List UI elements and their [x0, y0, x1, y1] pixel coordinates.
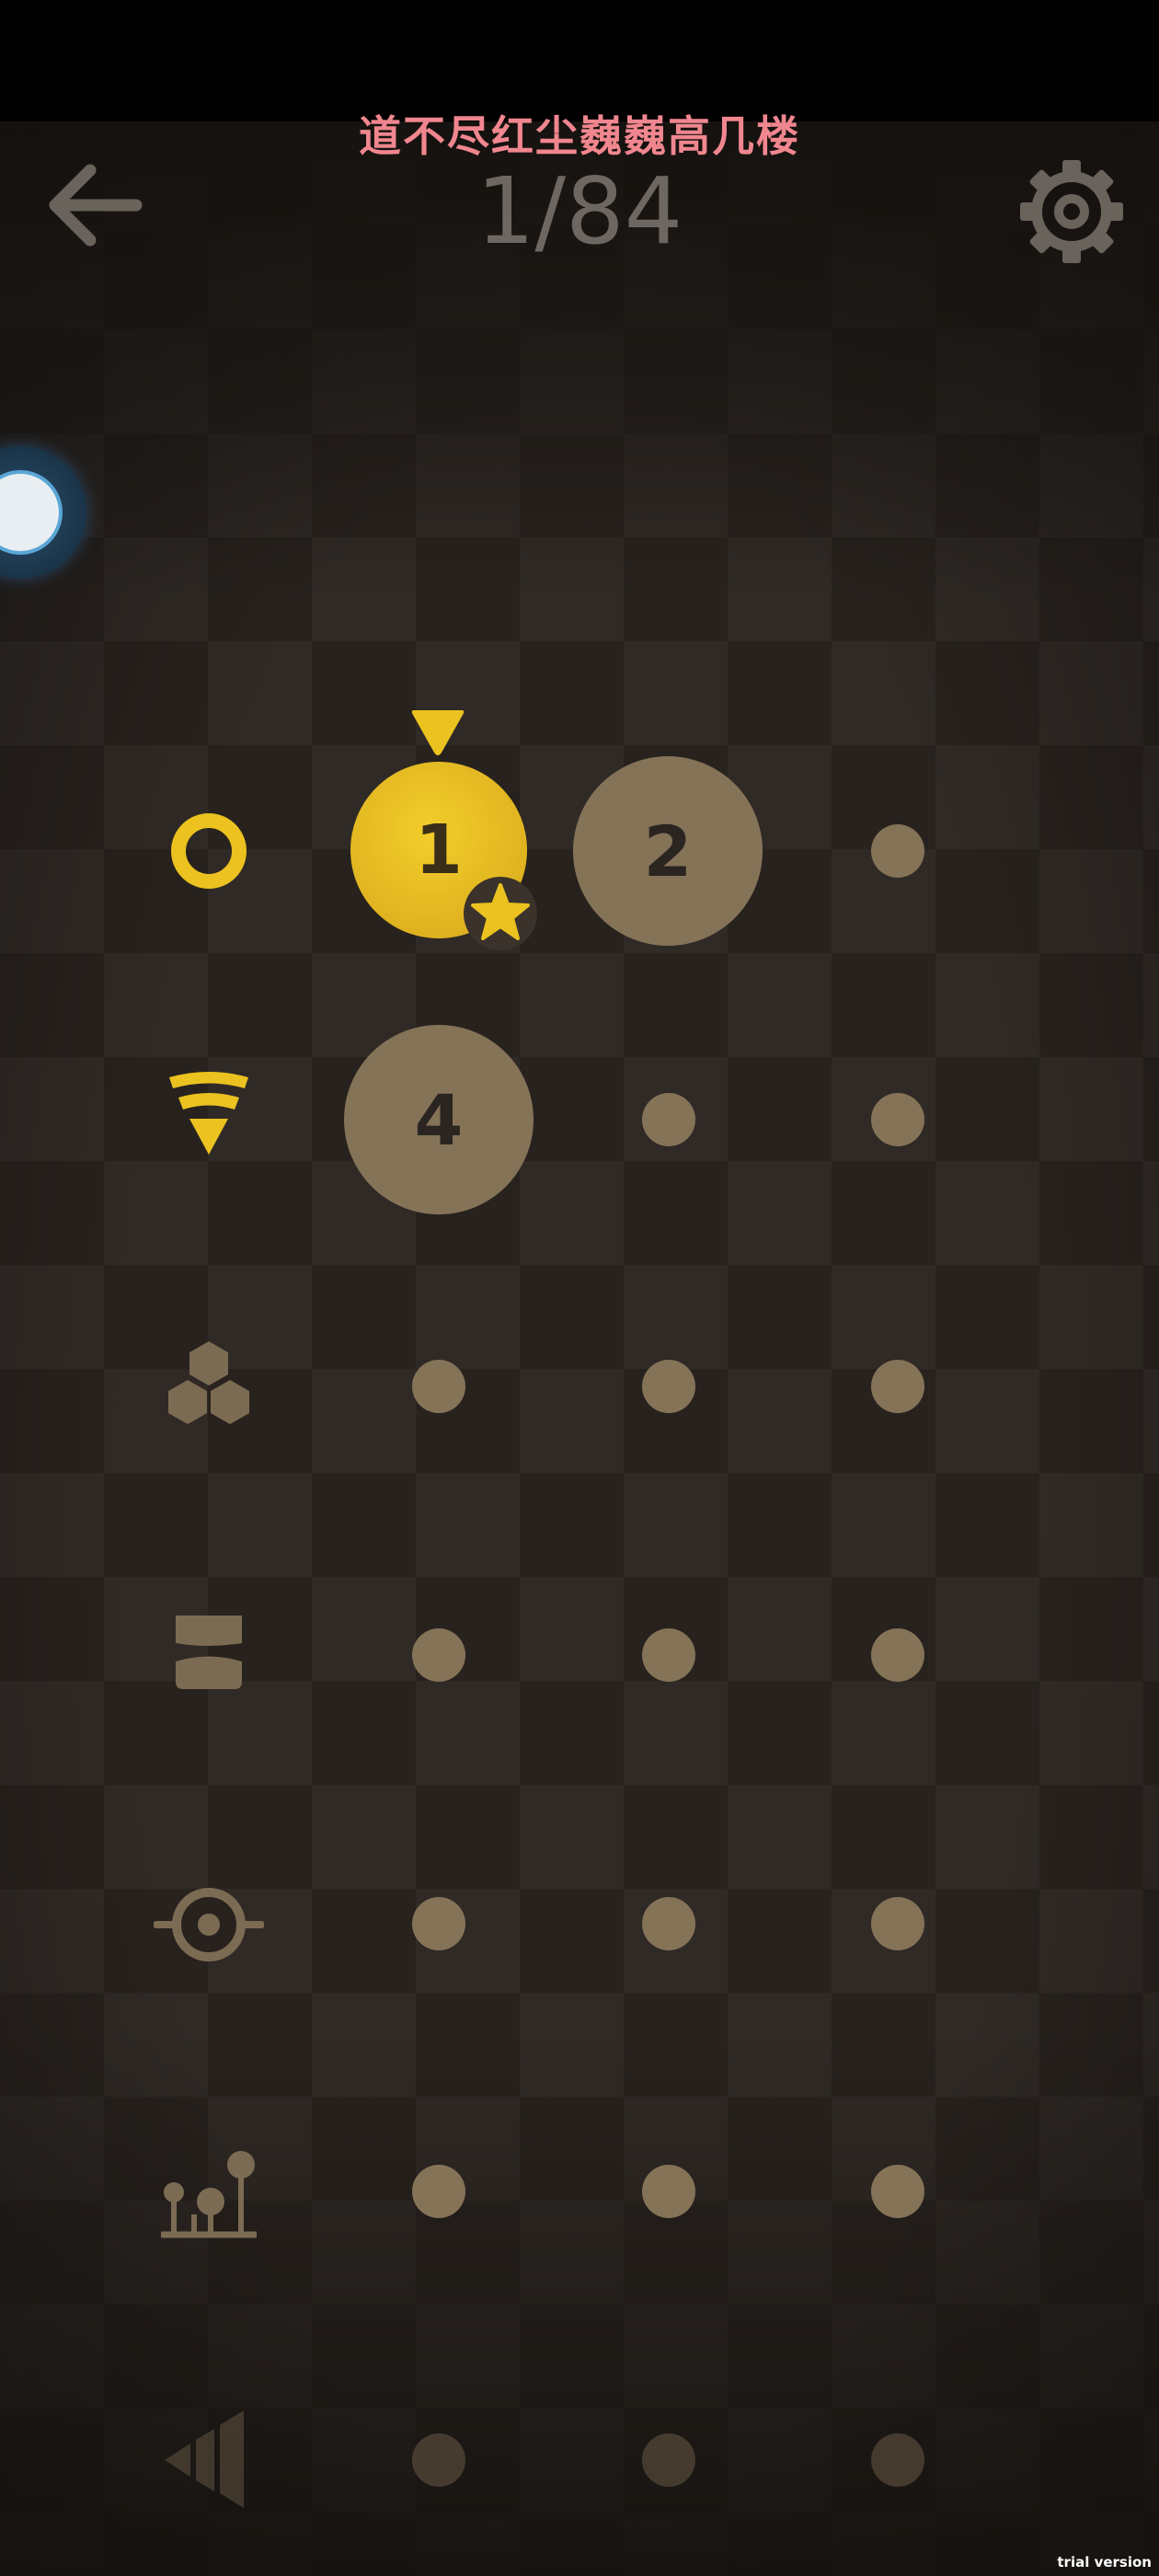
level-node-locked[interactable] [642, 1897, 695, 1950]
level-node-locked[interactable] [871, 1897, 924, 1950]
level-node-locked[interactable] [642, 1628, 695, 1682]
settings-button[interactable] [1012, 152, 1131, 271]
watermark: trial version [1057, 2554, 1152, 2570]
category-ring-icon [154, 796, 264, 906]
level-node-locked[interactable] [871, 1093, 924, 1146]
level-node-locked[interactable] [412, 1897, 465, 1950]
back-button[interactable] [37, 147, 156, 267]
level-node-locked[interactable] [412, 1628, 465, 1682]
category-tree-chart-icon [154, 2139, 264, 2249]
level-node-locked[interactable] [642, 1360, 695, 1413]
level-node-2[interactable]: 2 [573, 756, 763, 946]
arrow-left-icon [49, 164, 143, 247]
circle-tool-icon [0, 470, 63, 555]
level-number: 4 [414, 1078, 464, 1161]
category-bars-triangle-icon [154, 2405, 264, 2515]
level-node-locked[interactable] [642, 1093, 695, 1146]
category-signal-funnel-icon [154, 1063, 264, 1173]
level-node-locked[interactable] [871, 1360, 924, 1413]
level-node-locked[interactable] [871, 2433, 924, 2487]
level-node-4[interactable]: 4 [344, 1025, 534, 1214]
category-target-icon [153, 1869, 265, 1980]
level-node-locked[interactable] [412, 2433, 465, 2487]
level-node-locked[interactable] [871, 1628, 924, 1682]
category-hexagons-icon [154, 1332, 264, 1443]
level-node-locked[interactable] [642, 2433, 695, 2487]
level-number: 1 [415, 811, 463, 890]
level-node-locked[interactable] [871, 824, 924, 878]
overlay-title: 道不尽红尘巍巍高几楼 [359, 111, 800, 161]
level-number: 2 [643, 810, 693, 892]
progress-counter: 1/84 [476, 157, 683, 265]
current-level-marker-icon [411, 710, 465, 755]
gear-icon [1020, 160, 1123, 263]
star-badge-icon [464, 877, 537, 950]
level-node-locked[interactable] [871, 2165, 924, 2218]
level-node-locked[interactable] [412, 1360, 465, 1413]
level-node-locked[interactable] [412, 2165, 465, 2218]
level-node-locked[interactable] [642, 2165, 695, 2218]
category-blocks-icon [154, 1603, 264, 1713]
